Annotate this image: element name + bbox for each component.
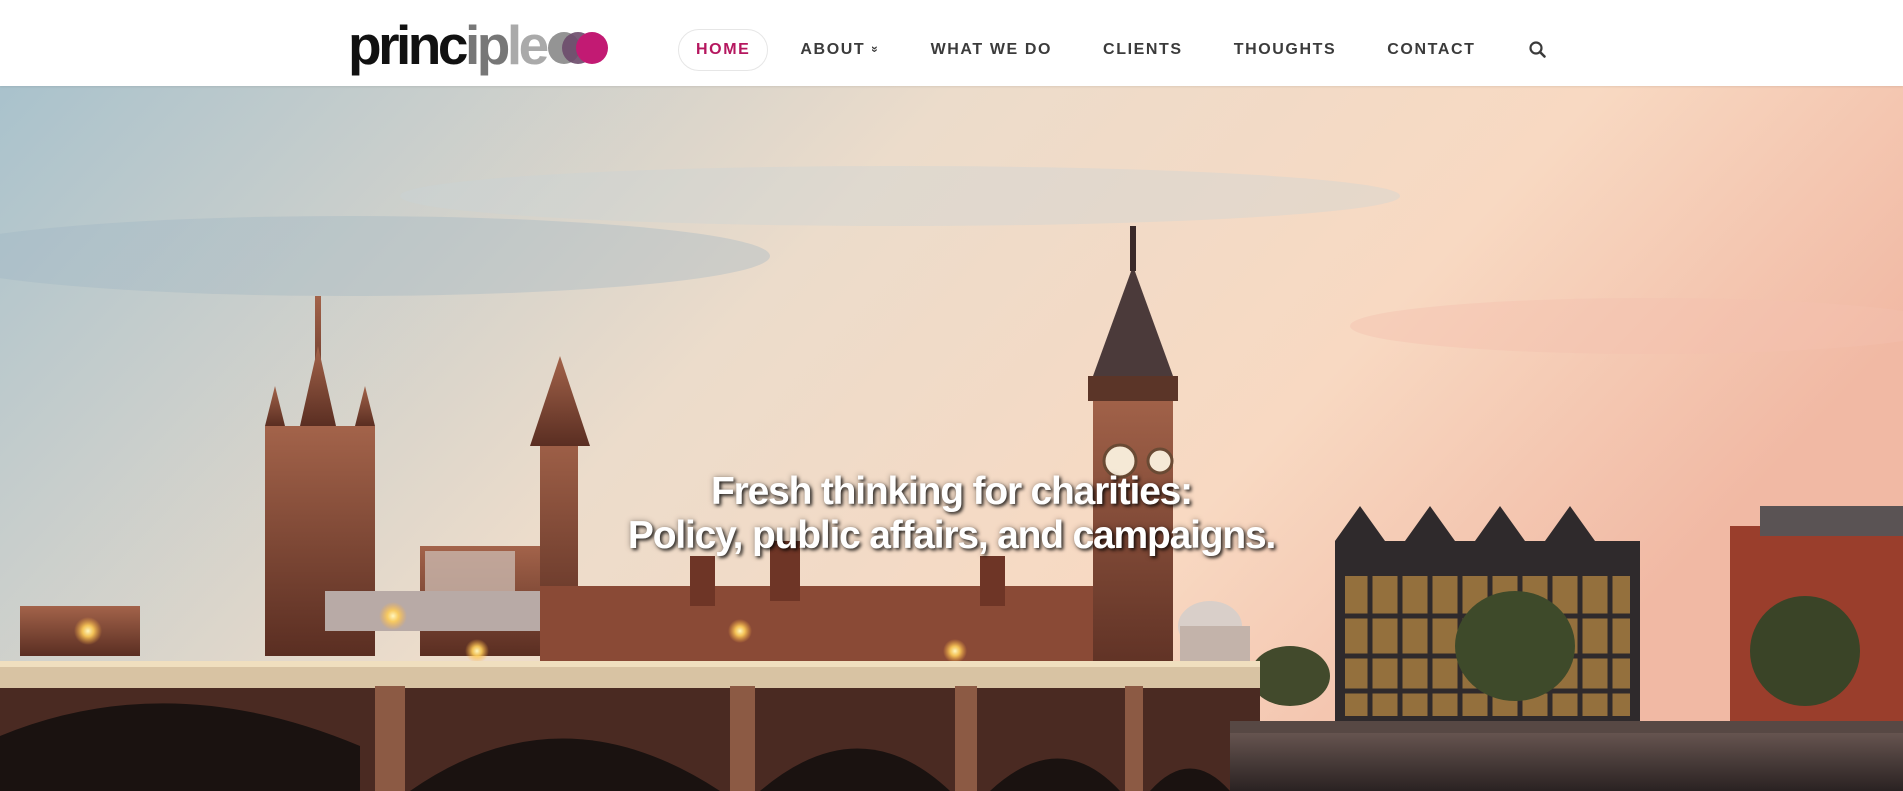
logo-wordmark: principle <box>348 18 549 73</box>
nav-item-label: CLIENTS <box>1103 41 1183 58</box>
nav-item-label: HOME <box>696 41 751 58</box>
logo-text-part3: le <box>506 14 549 76</box>
nav-item-label: THOUGHTS <box>1233 41 1337 58</box>
nav-item-label: CONTACT <box>1387 41 1476 58</box>
logo[interactable]: principle <box>348 18 610 73</box>
main-nav: HOME ABOUT » WHAT WE DO CLIENTS THOUGHTS… <box>678 29 1549 71</box>
hero-headline: Fresh thinking for charities: Policy, pu… <box>0 470 1903 558</box>
nav-item-label: WHAT WE DO <box>930 41 1053 58</box>
nav-item-what-we-do[interactable]: WHAT WE DO <box>931 29 1052 71</box>
logo-dots-icon <box>547 31 610 66</box>
hero-headline-line2: Policy, public affairs, and campaigns. <box>627 514 1276 557</box>
nav-item-clients[interactable]: CLIENTS <box>1103 29 1183 71</box>
london-skyline-image <box>0 86 1903 791</box>
hero-headline-line1: Fresh thinking for charities: <box>711 470 1193 513</box>
nav-item-thoughts[interactable]: THOUGHTS <box>1234 29 1337 71</box>
logo-text-part1: princ <box>348 14 468 76</box>
nav-item-about[interactable]: ABOUT » <box>800 29 883 71</box>
nav-item-contact[interactable]: CONTACT <box>1387 29 1475 71</box>
logo-text-part2: ip <box>464 14 510 76</box>
nav-item-home[interactable]: HOME <box>678 29 769 71</box>
hero-banner: Fresh thinking for charities: Policy, pu… <box>0 86 1903 791</box>
search-icon[interactable] <box>1527 39 1549 61</box>
site-header: principle HOME ABOUT » WHAT WE DO CLIENT… <box>0 0 1903 86</box>
chevron-down-icon: » <box>868 45 883 55</box>
nav-item-label: ABOUT <box>800 41 866 58</box>
